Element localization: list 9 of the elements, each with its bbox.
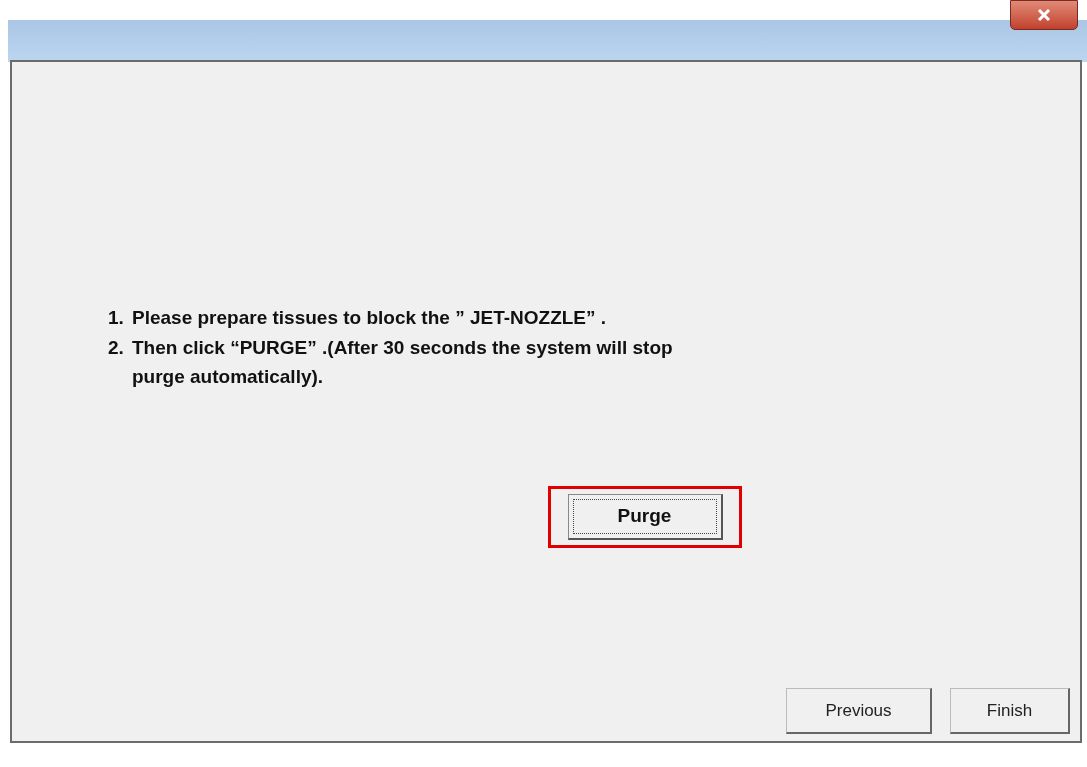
- finish-button[interactable]: Finish: [950, 688, 1070, 734]
- instruction-text: Please prepare tissues to block the ” JET-NOZZLE” .: [132, 306, 607, 330]
- previous-button[interactable]: Previous: [786, 688, 932, 734]
- step-number: 2.: [108, 336, 125, 360]
- close-icon: [1037, 9, 1051, 21]
- close-button[interactable]: [1010, 0, 1078, 30]
- instruction-text: Then click “PURGE” .(After 30 seconds the system will stop purge automatically).: [132, 336, 674, 389]
- step-number: 1.: [108, 306, 125, 330]
- purge-button[interactable]: Purge: [567, 494, 723, 540]
